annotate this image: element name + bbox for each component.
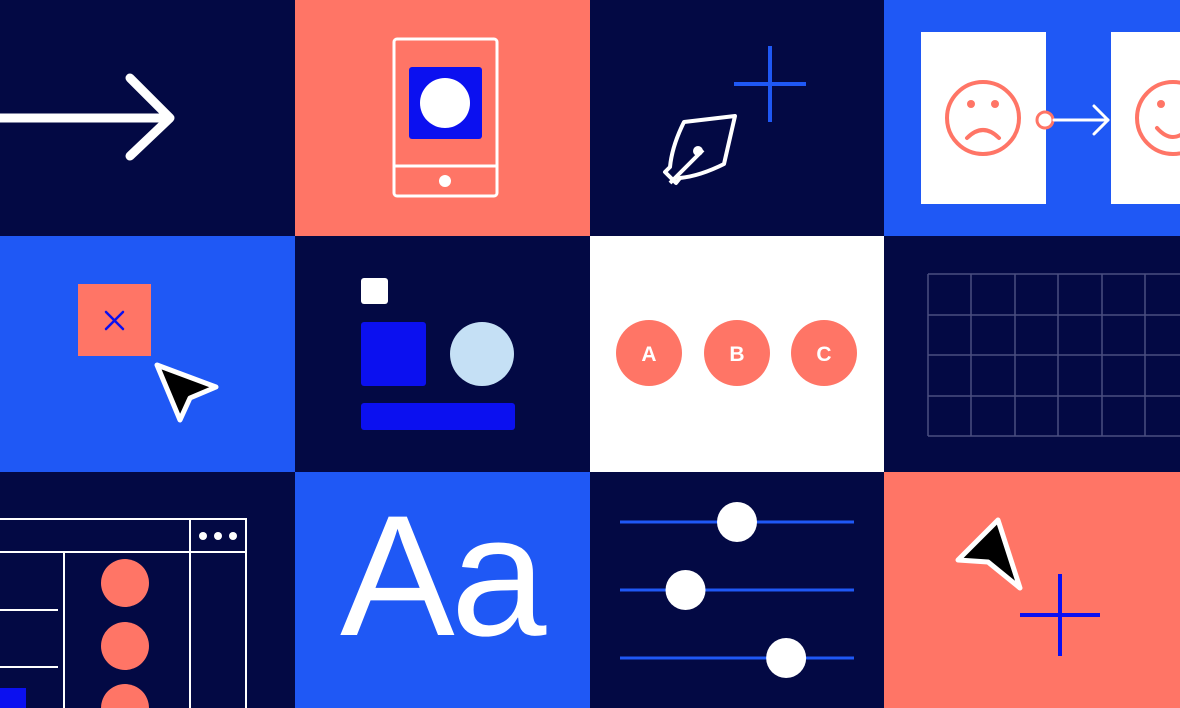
illustration-grid: A B C Aa: [0, 0, 1180, 708]
pen-tool-tile: [590, 0, 884, 236]
option-a[interactable]: A: [616, 320, 682, 386]
shapes-layout-tile: [295, 236, 590, 472]
app-window-tile: [0, 472, 295, 708]
arrow-connector-icon: [1035, 104, 1110, 136]
abc-options-tile: A B C: [590, 236, 884, 472]
slider-knob-1[interactable]: [717, 502, 757, 542]
window-icon: [0, 518, 247, 708]
sad-to-happy-tile: [884, 0, 1180, 236]
mobile-phone-icon: [392, 37, 499, 198]
more-icon[interactable]: [199, 532, 237, 540]
option-b[interactable]: B: [704, 320, 770, 386]
mobile-phone-tile: [295, 0, 590, 236]
cursor-icon: [955, 517, 1023, 591]
grid-icon: [927, 273, 1180, 437]
plus-icon: [734, 46, 806, 122]
slider-knob-3[interactable]: [766, 638, 807, 678]
svg-text:C: C: [816, 343, 831, 366]
typography-sample: Aa: [340, 480, 546, 672]
option-c[interactable]: C: [791, 320, 857, 386]
plus-icon: [1020, 574, 1100, 656]
close-box-cursor-tile: [0, 236, 295, 472]
sliders-tile: [590, 472, 884, 708]
shapes-icon: [361, 278, 515, 430]
slider-icon: [620, 502, 854, 678]
grid-lines-tile: [884, 236, 1180, 472]
svg-text:B: B: [729, 343, 744, 366]
arrow-right-tile: [0, 0, 295, 236]
slider-knob-2[interactable]: [665, 570, 706, 610]
typography-tile: Aa: [295, 472, 590, 708]
cursor-icon: [154, 362, 219, 423]
arrow-right-icon: [0, 73, 175, 161]
cursor-plus-tile: [884, 472, 1180, 708]
svg-text:A: A: [641, 343, 656, 366]
